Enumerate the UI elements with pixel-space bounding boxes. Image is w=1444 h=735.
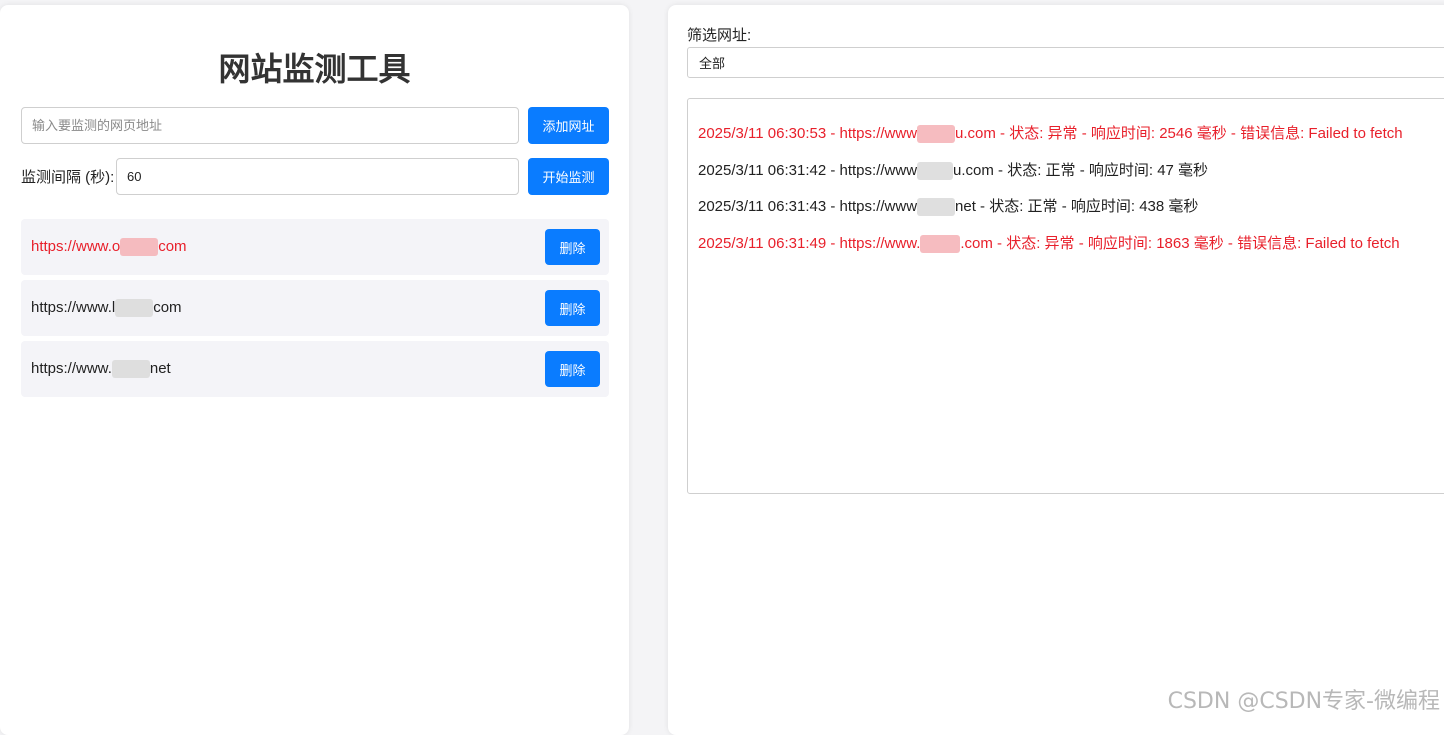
site-url: https://www.net: [31, 360, 171, 378]
website-panel: 网站监测工具 添加网址 监测间隔 (秒): 开始监测 https://www.o…: [0, 5, 629, 735]
redacted-blur: [115, 299, 153, 317]
page-title: 网站监测工具: [0, 49, 629, 89]
interval-label: 监测间隔 (秒):: [21, 168, 114, 188]
log-entry: 2025/3/11 06:31:49 - https://www..com - …: [698, 234, 1444, 254]
delete-button[interactable]: 删除: [545, 351, 600, 387]
log-entry: 2025/3/11 06:31:42 - https://wwwu.com - …: [698, 161, 1444, 181]
redacted-blur: [917, 198, 955, 216]
filter-label: 筛选网址:: [687, 27, 751, 45]
log-panel: 筛选网址: 全部 2025/3/11 06:30:53 - https://ww…: [668, 5, 1444, 735]
site-item: https://www.lcom 删除: [21, 280, 609, 336]
delete-button[interactable]: 删除: [545, 290, 600, 326]
add-url-button[interactable]: 添加网址: [528, 107, 609, 144]
filter-selected-value: 全部: [699, 53, 725, 72]
watermark: CSDN @CSDN专家-微编程: [1168, 683, 1440, 715]
log-entry: 2025/3/11 06:31:43 - https://wwwnet - 状态…: [698, 197, 1444, 217]
redacted-blur: [917, 162, 953, 180]
redacted-blur: [120, 238, 158, 256]
url-input[interactable]: [21, 107, 519, 144]
site-list: https://www.ocom 删除 https://www.lcom 删除 …: [21, 219, 609, 402]
site-url: https://www.ocom: [31, 238, 187, 256]
site-item: https://www.ocom 删除: [21, 219, 609, 275]
site-item: https://www.net 删除: [21, 341, 609, 397]
redacted-blur: [112, 360, 150, 378]
site-url: https://www.lcom: [31, 299, 182, 317]
redacted-blur: [917, 125, 955, 143]
redacted-blur: [920, 235, 960, 253]
interval-input[interactable]: [116, 158, 519, 195]
filter-select[interactable]: 全部: [687, 47, 1444, 78]
log-entry: 2025/3/11 06:30:53 - https://wwwu.com - …: [698, 124, 1444, 144]
start-monitor-button[interactable]: 开始监测: [528, 158, 609, 195]
log-output[interactable]: 2025/3/11 06:30:53 - https://wwwu.com - …: [687, 98, 1444, 494]
delete-button[interactable]: 删除: [545, 229, 600, 265]
